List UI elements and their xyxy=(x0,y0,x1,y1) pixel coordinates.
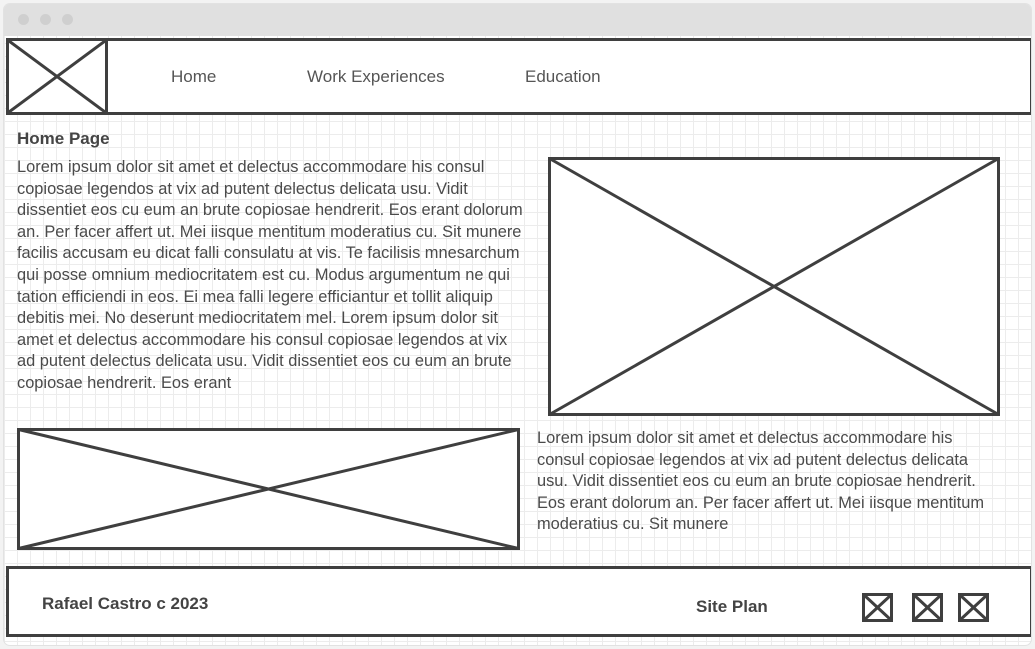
site-plan-link[interactable]: Site Plan xyxy=(696,597,768,617)
social-icon-2[interactable] xyxy=(912,593,943,622)
secondary-image-placeholder-icon xyxy=(17,428,520,550)
footer: Rafael Castro c 2023 Site Plan xyxy=(6,566,1031,637)
social-icon-1[interactable] xyxy=(862,593,893,622)
nav-link-home[interactable]: Home xyxy=(171,67,216,87)
window-titlebar xyxy=(4,4,1031,36)
window-minimize-dot[interactable] xyxy=(40,14,51,25)
window-close-dot[interactable] xyxy=(18,14,29,25)
window-maximize-dot[interactable] xyxy=(62,14,73,25)
social-icon-3[interactable] xyxy=(958,593,989,622)
page-title: Home Page xyxy=(17,129,110,148)
secondary-paragraph: Lorem ipsum dolor sit amet et delectus a… xyxy=(537,429,985,534)
navigation-bar: Home Work Experiences Education xyxy=(6,38,1031,115)
hero-image-placeholder-icon xyxy=(548,157,1000,416)
nav-link-work-experiences[interactable]: Work Experiences xyxy=(307,67,445,87)
logo-placeholder-icon[interactable] xyxy=(9,41,108,112)
footer-credit: Rafael Castro c 2023 xyxy=(42,594,209,613)
browser-window: Home Work Experiences Education Home Pag… xyxy=(4,4,1031,645)
intro-paragraph: Lorem ipsum dolor sit amet et delectus a… xyxy=(17,158,523,392)
nav-link-education[interactable]: Education xyxy=(525,67,601,87)
